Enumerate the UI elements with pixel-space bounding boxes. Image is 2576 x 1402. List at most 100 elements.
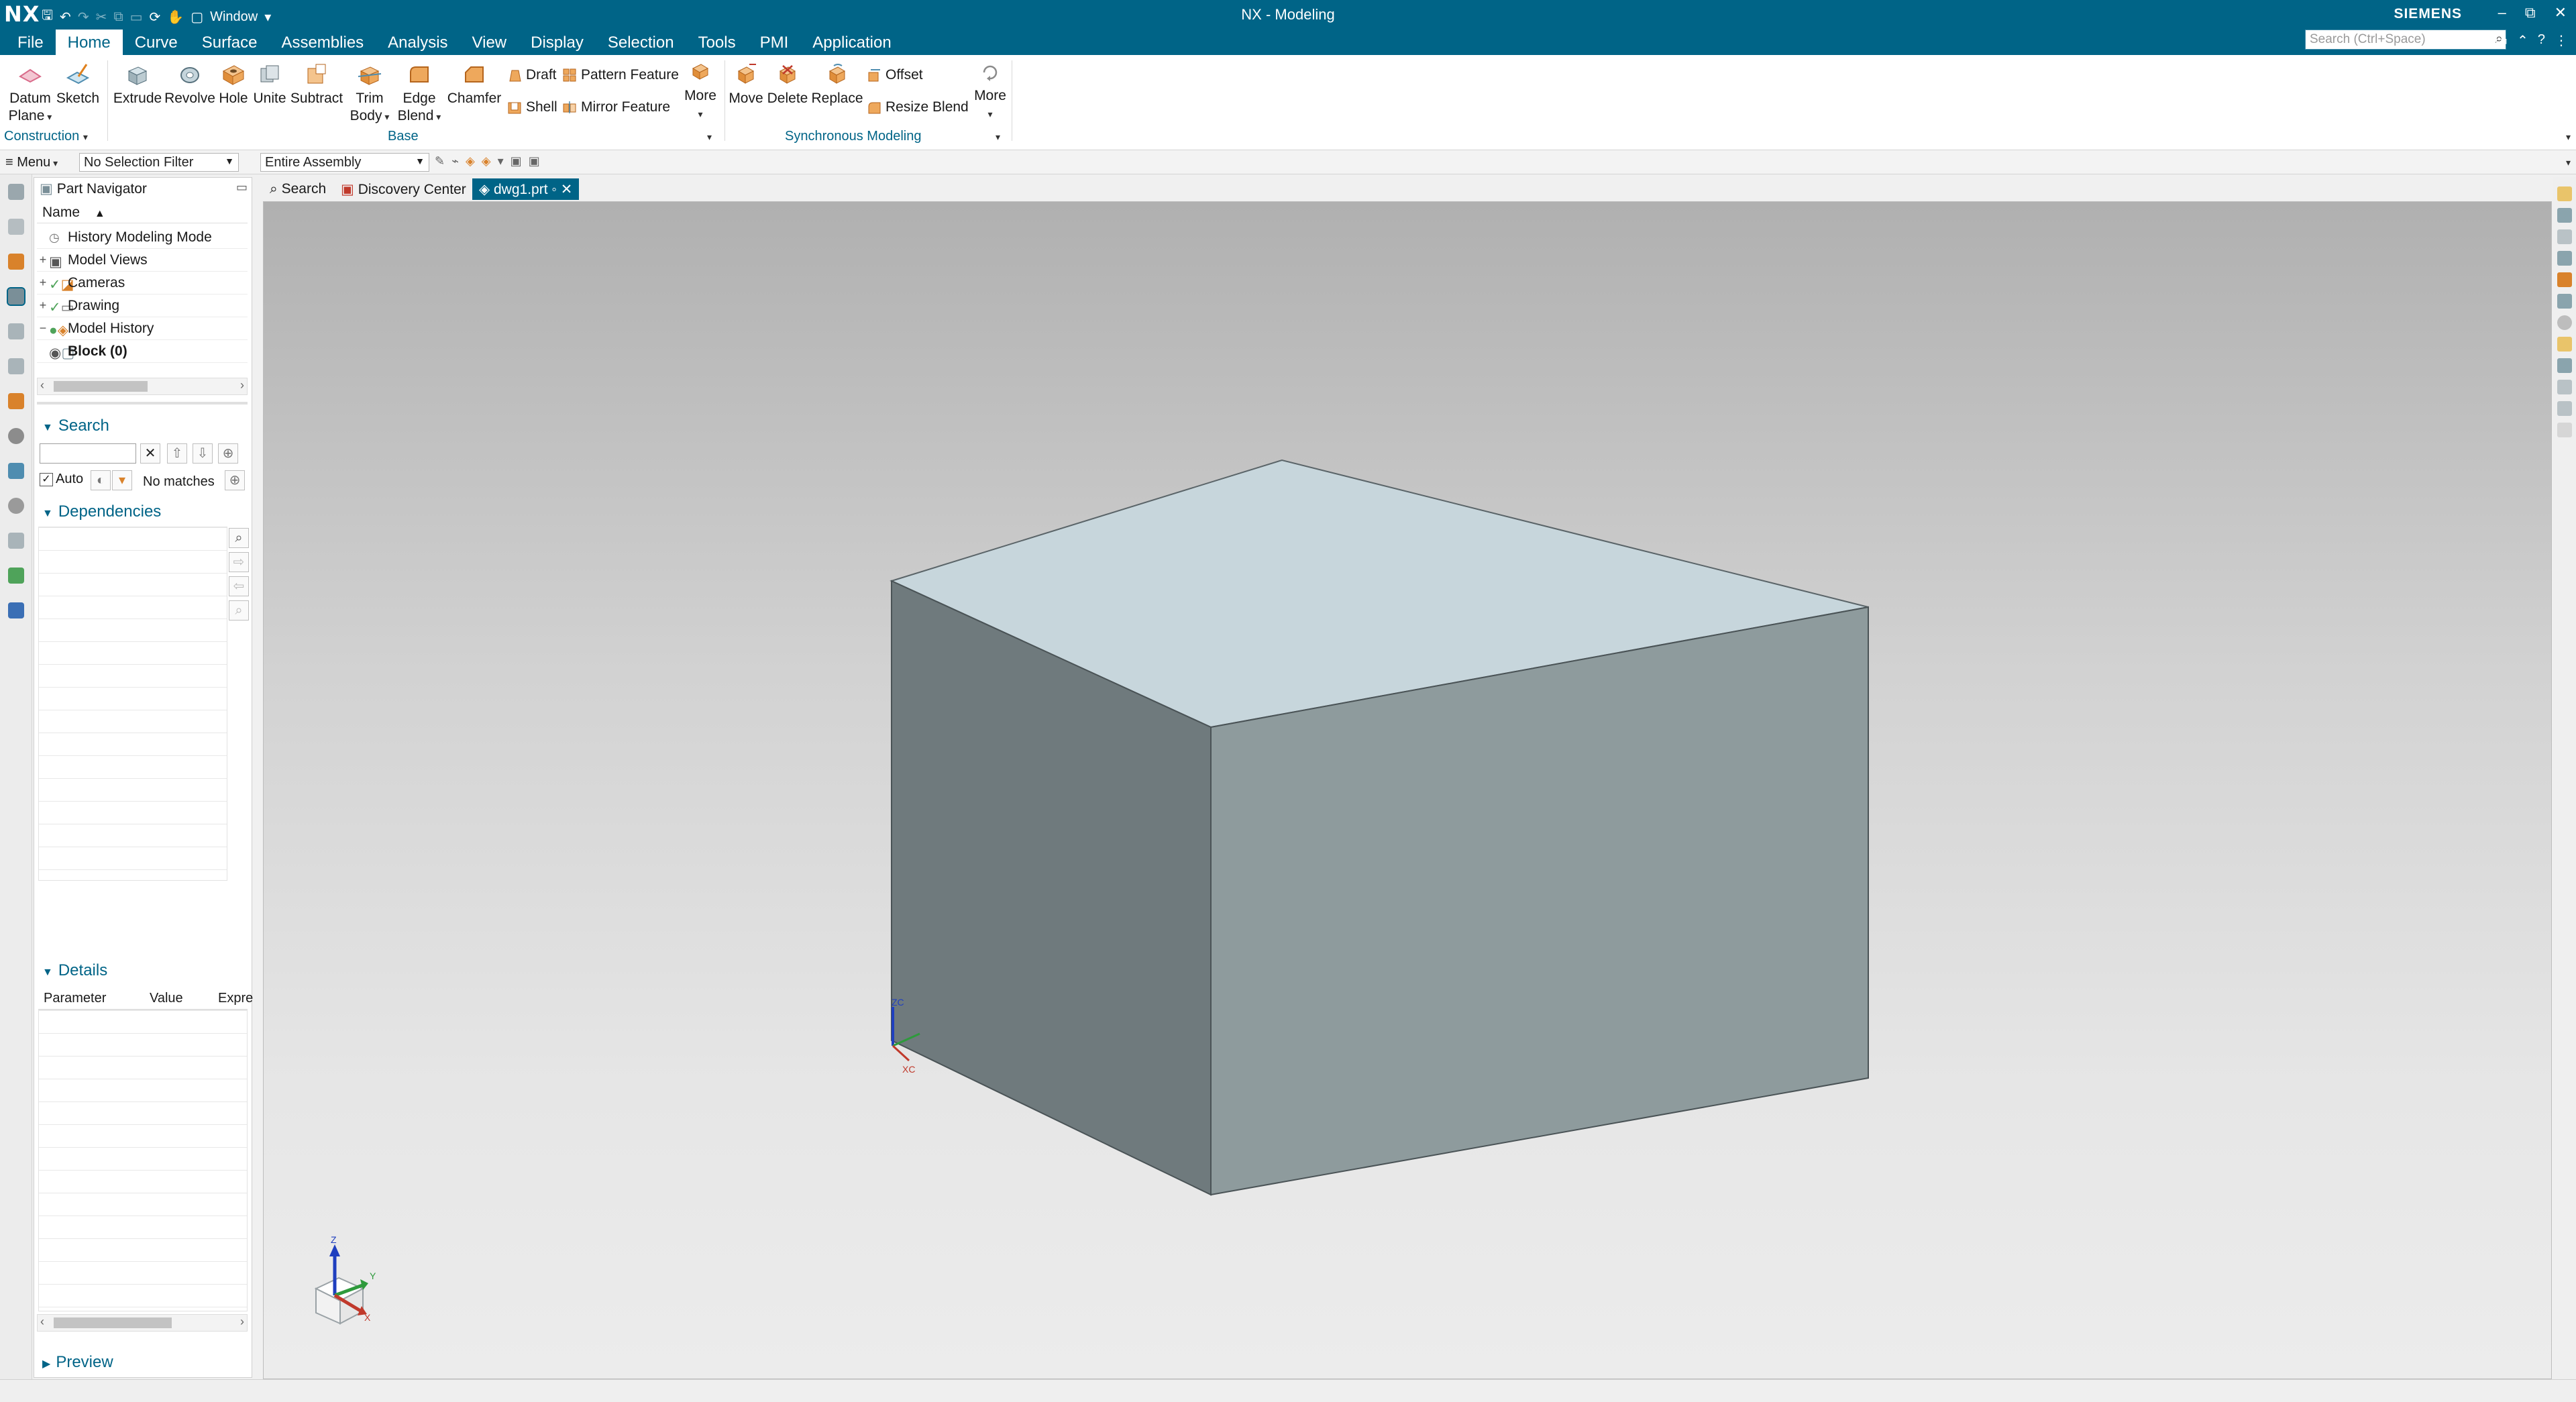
details-column-parameter[interactable]: Parameter: [44, 991, 106, 1006]
hole-button[interactable]: Hole: [216, 62, 251, 107]
tree-row-model-history[interactable]: − ●◈ Model History: [37, 317, 248, 340]
tree-row-block[interactable]: ◉▢ Block (0): [37, 340, 248, 363]
measure-icon[interactable]: [2557, 337, 2572, 352]
collapse-icon[interactable]: ⌃: [2517, 32, 2528, 49]
filter-icon[interactable]: ▾: [112, 470, 132, 490]
scroll-left-icon[interactable]: ‹: [40, 1315, 44, 1329]
magnify-icon[interactable]: ⌕: [229, 528, 249, 548]
trim-body-button[interactable]: Trim Body ▾: [347, 62, 392, 125]
minimize-button[interactable]: –: [2498, 4, 2506, 21]
tree-row-model-views[interactable]: + ▣ Model Views: [37, 249, 248, 272]
backward-icon[interactable]: ⇦: [229, 576, 249, 596]
reuse-library-icon[interactable]: [8, 323, 24, 339]
tab-tools[interactable]: Tools: [686, 30, 748, 55]
hd3d-tools-icon[interactable]: [8, 358, 24, 374]
reference-sets-icon[interactable]: [2557, 401, 2572, 416]
tab-file[interactable]: File: [5, 30, 56, 55]
roles-icon[interactable]: [8, 568, 24, 584]
constraint-navigator-icon[interactable]: [8, 254, 24, 270]
edit-object-display-icon[interactable]: [2557, 272, 2572, 287]
add-search-button[interactable]: ⊕: [225, 470, 245, 490]
details-horizontal-scrollbar[interactable]: ‹ ›: [37, 1314, 248, 1332]
curve-rule-icon[interactable]: ⌁: [451, 154, 459, 168]
draft-button[interactable]: Draft: [507, 67, 557, 83]
select-all-icon[interactable]: ▣: [511, 154, 522, 168]
body-select-icon[interactable]: ◈: [482, 154, 491, 168]
auto-search-checkbox[interactable]: ✓ Auto: [40, 472, 83, 487]
select-all-results-button[interactable]: ⊕: [218, 443, 238, 464]
dependencies-section-header[interactable]: ▼ Dependencies: [42, 502, 161, 521]
more-options-icon[interactable]: ⋮: [2555, 32, 2568, 49]
clear-search-button[interactable]: ✕: [140, 443, 160, 464]
details-column-expression[interactable]: Expre: [218, 991, 253, 1006]
tab-analysis[interactable]: Analysis: [376, 30, 460, 55]
replace-face-button[interactable]: Replace: [810, 62, 864, 107]
search-options-icon[interactable]: ◐: [91, 470, 111, 490]
scroll-right-icon[interactable]: ›: [240, 1315, 244, 1329]
move-face-button[interactable]: Move: [727, 62, 765, 107]
tab-assemblies[interactable]: Assemblies: [269, 30, 376, 55]
minimize-ribbon-icon[interactable]: ▭: [2495, 32, 2508, 49]
window-layout-icon[interactable]: ▭: [2473, 32, 2485, 49]
details-section-header[interactable]: ▼ Details: [42, 961, 107, 980]
process-studio-icon[interactable]: [8, 533, 24, 549]
extrude-button[interactable]: Extrude: [111, 62, 164, 107]
tab-surface[interactable]: Surface: [190, 30, 270, 55]
selection-scope-dropdown[interactable]: Entire Assembly ▼: [260, 153, 429, 172]
chamfer-button[interactable]: Chamfer: [445, 62, 503, 107]
settings-gear-icon[interactable]: [8, 184, 24, 200]
more-base-button[interactable]: More ▾: [679, 59, 722, 123]
feature-select-icon[interactable]: ◈: [466, 154, 475, 168]
tab-dwg1-prt[interactable]: ◈ dwg1.prt ◦ ✕: [472, 178, 580, 200]
menu-button[interactable]: ≡ Menu ▾: [5, 155, 58, 170]
zoom-icon[interactable]: ⌕: [229, 600, 249, 621]
tree-row-drawing[interactable]: + ✓▭ Drawing: [37, 294, 248, 317]
splitter[interactable]: [37, 402, 248, 405]
tab-curve[interactable]: Curve: [123, 30, 190, 55]
more-sync-button[interactable]: More ▾: [969, 59, 1012, 123]
scroll-thumb[interactable]: [54, 1317, 172, 1328]
sync-group-dropdown-icon[interactable]: ▾: [996, 131, 1000, 143]
tab-display[interactable]: Display: [519, 30, 596, 55]
navigator-search-input[interactable]: [40, 443, 136, 464]
render-style-icon[interactable]: [2557, 294, 2572, 309]
pattern-feature-button[interactable]: Pattern Feature: [562, 67, 679, 83]
find-next-button[interactable]: ⇩: [193, 443, 213, 464]
system-materials-icon[interactable]: [8, 463, 24, 479]
close-button[interactable]: ✕: [2555, 4, 2567, 21]
scroll-left-icon[interactable]: ‹: [40, 378, 44, 392]
view-triad[interactable]: Z Y X: [314, 1234, 376, 1325]
subtract-button[interactable]: Subtract: [288, 62, 345, 107]
info-icon[interactable]: [2557, 315, 2572, 330]
search-section-header[interactable]: ▼ Search: [42, 417, 109, 435]
visibility-eye-icon[interactable]: [2557, 208, 2572, 223]
show-hide-icon[interactable]: [2557, 186, 2572, 201]
snap-point-icon[interactable]: ✎: [435, 154, 445, 168]
offset-region-button[interactable]: Offset: [867, 67, 923, 83]
preview-section-header[interactable]: ▶ Preview: [42, 1353, 113, 1372]
delete-face-button[interactable]: Delete: [765, 62, 810, 107]
revolve-button[interactable]: Revolve: [164, 62, 216, 107]
show-only-icon[interactable]: [2557, 380, 2572, 394]
web-browser-icon[interactable]: [8, 393, 24, 409]
shell-button[interactable]: Shell: [507, 99, 557, 115]
filter-options-icon[interactable]: ▾: [498, 154, 504, 168]
base-group-dropdown-icon[interactable]: ▾: [707, 131, 712, 143]
view-orientation-icon[interactable]: [2557, 358, 2572, 373]
tree-column-header-name[interactable]: Name ▲: [37, 205, 248, 223]
close-tab-icon[interactable]: ✕: [561, 182, 573, 197]
expand-icon[interactable]: +: [37, 299, 49, 313]
find-previous-button[interactable]: ⇧: [167, 443, 187, 464]
layer-icon[interactable]: [2557, 251, 2572, 266]
hide-icon[interactable]: [2557, 229, 2572, 244]
edge-blend-button[interactable]: Edge Blend ▾: [394, 62, 444, 125]
datum-plane-button[interactable]: Datum Plane ▾: [7, 62, 54, 125]
selbar-options-icon[interactable]: ▾: [2566, 157, 2571, 168]
ribbon-options-icon[interactable]: ▾: [2566, 131, 2571, 143]
tab-home[interactable]: Home: [55, 30, 123, 55]
tab-selection[interactable]: Selection: [596, 30, 686, 55]
collapse-icon[interactable]: −: [37, 321, 49, 335]
selection-filter-dropdown[interactable]: No Selection Filter ▼: [79, 153, 239, 172]
tree-row-cameras[interactable]: + ✓◪ Cameras: [37, 272, 248, 294]
tab-view[interactable]: View: [460, 30, 519, 55]
